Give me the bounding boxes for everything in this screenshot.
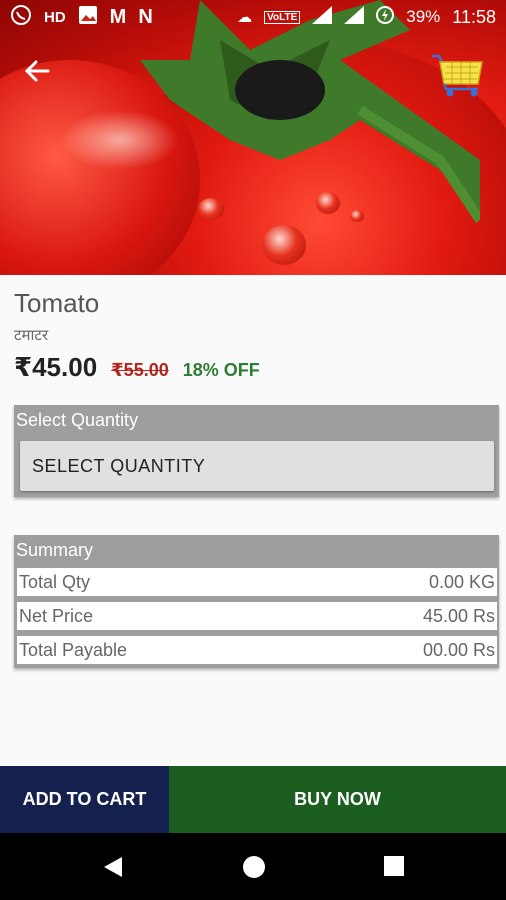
signal-icon	[312, 6, 333, 28]
nav-back-button[interactable]	[102, 855, 124, 884]
summary-label: Total Qty	[19, 571, 91, 592]
nav-recents-button[interactable]	[383, 855, 405, 882]
buy-now-button[interactable]: BUY NOW	[169, 766, 506, 833]
price-row: ₹45.00 ₹55.00 18% OFF	[14, 352, 260, 383]
cart-button[interactable]	[430, 52, 484, 98]
product-name: Tomato	[14, 288, 100, 318]
circle-home-icon	[243, 856, 265, 878]
arrow-left-icon	[24, 60, 50, 82]
square-recents-icon	[384, 856, 404, 876]
navigation-bar	[0, 833, 506, 900]
triangle-back-icon	[104, 857, 122, 877]
summary-value: 00.00 Rs	[422, 639, 495, 660]
shopping-cart-icon	[432, 54, 483, 97]
whatsapp-icon	[10, 4, 32, 30]
summary-label: Total Payable	[19, 639, 128, 660]
nav-home-button[interactable]	[242, 855, 266, 884]
discount-badge: 18% OFF	[182, 360, 260, 380]
summary-value: 45.00 Rs	[422, 605, 495, 626]
summary-label: Net Price	[19, 605, 94, 626]
volte-icon: VoLTE	[264, 10, 301, 24]
summary-value: 0.00 KG	[428, 571, 495, 592]
gallery-icon	[78, 5, 98, 29]
product-name-hindi: टमाटर	[14, 327, 49, 344]
current-price: ₹45.00	[14, 352, 98, 382]
summary-row-total-payable: Total Payable 00.00 Rs	[17, 636, 497, 664]
original-price: ₹55.00	[111, 360, 169, 380]
battery-charging-icon	[376, 6, 395, 28]
tomato-stem	[140, 0, 480, 223]
select-quantity-button[interactable]: SELECT QUANTITY	[20, 441, 494, 491]
summary-row-total-qty: Total Qty 0.00 KG	[17, 568, 497, 596]
battery-percent: 39%	[406, 7, 441, 26]
add-to-cart-button[interactable]: ADD TO CART	[0, 766, 169, 833]
clock: 11:58	[452, 6, 496, 27]
summary-card: Summary Total Qty 0.00 KG Net Price 45.0…	[14, 535, 499, 668]
product-image: HD M N ☁ VoLTE 39% 11:58	[0, 0, 506, 275]
myntra-icon: M	[109, 5, 127, 28]
news-icon: N	[138, 5, 153, 28]
summary-card-title: Summary	[16, 540, 94, 560]
status-bar: HD M N ☁ VoLTE 39% 11:58	[0, 0, 506, 34]
summary-row-net-price: Net Price 45.00 Rs	[17, 602, 497, 630]
product-screen: HD M N ☁ VoLTE 39% 11:58 Tomato टमाटर ₹4…	[0, 0, 506, 900]
quantity-card: Select Quantity SELECT QUANTITY	[14, 405, 499, 497]
signal-icon	[344, 6, 365, 28]
weather-icon: ☁	[237, 9, 253, 26]
back-button[interactable]	[22, 56, 56, 90]
hd-icon: HD	[44, 8, 66, 26]
quantity-card-title: Select Quantity	[16, 410, 139, 430]
